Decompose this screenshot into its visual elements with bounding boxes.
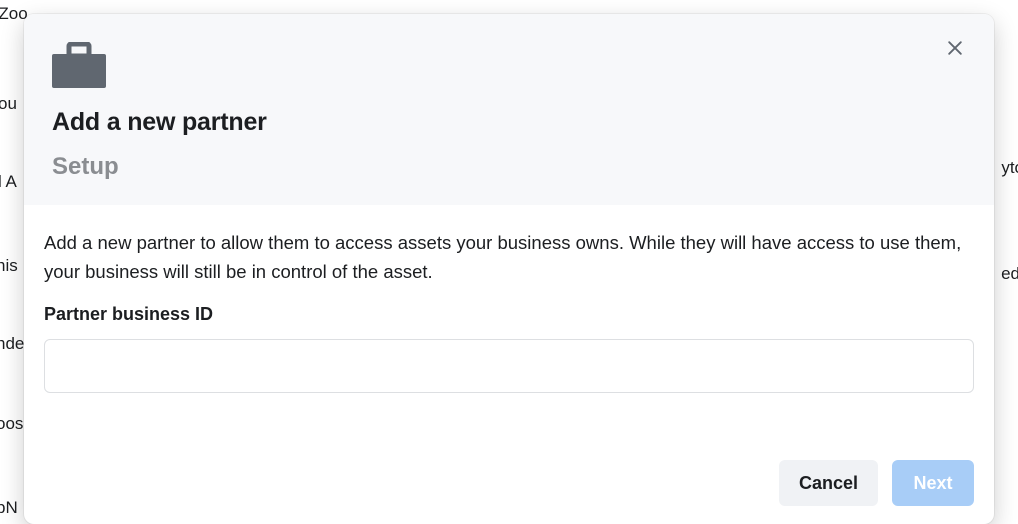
bg-fragment: oos [0, 414, 23, 434]
partner-business-id-input[interactable] [44, 339, 974, 393]
modal-subtitle: Setup [52, 153, 966, 181]
bg-fragment: yto [1001, 158, 1018, 178]
next-button[interactable]: Next [892, 460, 974, 506]
close-button[interactable] [938, 32, 972, 66]
bg-fragment: ou [0, 94, 17, 114]
modal-title: Add a new partner [52, 108, 966, 137]
bg-fragment: nde [0, 334, 24, 354]
bg-fragment: pN [0, 498, 18, 518]
add-partner-modal: Add a new partner Setup Add a new partne… [24, 14, 994, 524]
bg-fragment: nis [0, 256, 18, 276]
modal-header: Add a new partner Setup [24, 14, 994, 205]
briefcase-icon [52, 42, 966, 88]
bg-fragment: l A [0, 172, 17, 192]
modal-body: Add a new partner to allow them to acces… [24, 205, 994, 452]
bg-fragment: ed [1001, 264, 1018, 284]
partner-id-label: Partner business ID [44, 304, 974, 325]
modal-footer: Cancel Next [24, 452, 994, 524]
cancel-button[interactable]: Cancel [779, 460, 878, 506]
close-icon [945, 38, 965, 61]
modal-description: Add a new partner to allow them to acces… [44, 229, 974, 286]
